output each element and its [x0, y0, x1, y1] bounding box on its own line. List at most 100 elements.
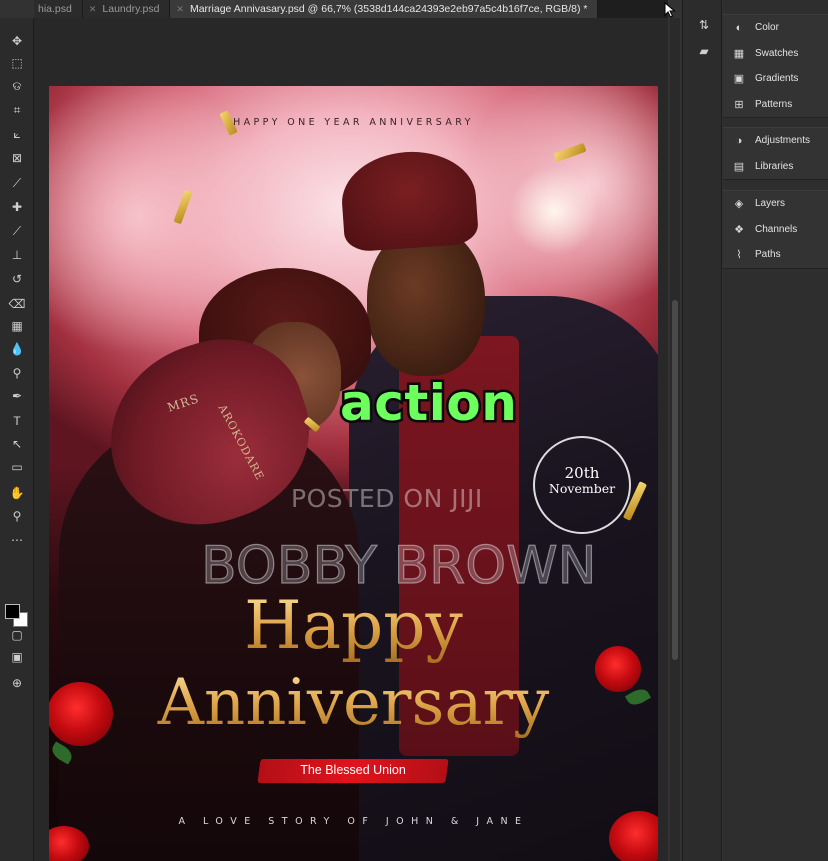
rectangle-icon: ▭ [11, 460, 23, 474]
pen-tool[interactable]: ✒ [7, 387, 27, 405]
healing-brush-tool[interactable]: ✚ [7, 198, 27, 216]
move-icon: ✥ [11, 34, 23, 48]
tab-label: hia.psd [38, 3, 72, 15]
watermark-posted: POSTED ON JIJI [291, 484, 483, 513]
history-icon[interactable]: ⇅ [695, 18, 713, 34]
panel-item-label: Channels [755, 223, 798, 235]
poster-top-line: HAPPY ONE YEAR ANNIVERSARY [233, 117, 474, 128]
edit-toolbar-button[interactable]: ⊕ [7, 674, 27, 692]
panel-item-label: Paths [755, 249, 781, 261]
gradients-icon: ▣ [733, 73, 745, 86]
swatches-icon: ▦ [733, 47, 745, 60]
groom-cap [338, 147, 480, 253]
rectangle-tool[interactable]: ▭ [7, 458, 27, 476]
zoom-icon: ⚲ [12, 509, 22, 523]
tab-label: Laundry.psd [102, 3, 160, 15]
lasso-icon: ଡ [12, 79, 22, 93]
tab-marriage-annivasary[interactable]: ✕ Marriage Annivasary.psd @ 66,7% (3538d… [170, 0, 599, 18]
date-text: 20th November [533, 465, 631, 497]
poster-title-happy: Happy [49, 586, 658, 666]
mouse-cursor-icon [664, 2, 676, 18]
tab-label: Marriage Annivasary.psd @ 66,7% (3538d14… [189, 3, 588, 15]
clone-stamp-icon: ⊥ [11, 248, 23, 262]
foreground-color-swatch[interactable] [5, 604, 20, 619]
channels-icon: ❖ [734, 223, 744, 236]
path-select-tool[interactable]: ↖ [7, 435, 27, 453]
brush-tool[interactable]: ⟋ [7, 222, 27, 240]
panel-item-label: Swatches [755, 47, 799, 59]
gradient-icon: ▦ [11, 319, 23, 333]
hand-icon: ✋ [9, 486, 25, 500]
color-icon: ◐ [735, 21, 743, 34]
light-glow [509, 166, 599, 256]
anniversary-poster: MRS AROKODARE HAPPY ONE YEAR ANNIVERSARY… [49, 86, 658, 861]
move-tool[interactable]: ✥ [7, 32, 27, 50]
close-icon[interactable]: ✕ [176, 4, 184, 15]
zoom-tool[interactable]: ⚲ [7, 507, 27, 525]
date-month: November [548, 481, 616, 496]
adjustments-icon: ◑ [735, 134, 743, 147]
panel-group-color: ◐ Color ▦ Swatches ▣ Gradients ⊞ Patterns [723, 14, 828, 118]
poster-title-anniversary: Anniversary [49, 664, 658, 742]
panel-item-patterns[interactable]: ⊞ Patterns [723, 92, 828, 118]
photoshop-window: hia.psd ✕ Laundry.psd ✕ Marriage Annivas… [0, 0, 828, 861]
mores-icon: ⋯ [11, 533, 23, 547]
panel-item-swatches[interactable]: ▦ Swatches [723, 41, 828, 67]
panel-item-color[interactable]: ◐ Color [723, 15, 828, 41]
crop-icon: ⟀ [13, 127, 21, 141]
collapsed-panel-strip: ⇅ ▰ [682, 0, 722, 861]
paths-icon: ⌇ [736, 249, 742, 262]
frame-tool[interactable]: ⊠ [7, 149, 27, 167]
panel-item-label: Adjustments [755, 135, 811, 147]
layers-icon: ◈ [734, 198, 744, 211]
panel-item-label: Gradients [755, 73, 799, 85]
panel-item-label: Layers [755, 198, 786, 210]
quick-mask-button[interactable]: ▢ [7, 626, 27, 644]
marquee-tool[interactable]: ⬚ [7, 54, 27, 72]
object-select-icon: ⌗ [13, 103, 21, 117]
panel-group-adjustments: ◑ Adjustments ▤ Libraries [723, 127, 828, 180]
panel-item-channels[interactable]: ❖ Channels [723, 217, 828, 243]
brush-icon: ⟋ [12, 224, 22, 238]
blur-tool[interactable]: 💧 [7, 340, 27, 358]
poster-bottom-line: A LOVE STORY OF JOHN & JANE [178, 816, 529, 827]
panel-group-layers: ◈ Layers ❖ Channels ⌇ Paths [723, 190, 828, 269]
eraser-tool[interactable]: ⌫ [7, 295, 27, 313]
scrollbar-thumb[interactable] [672, 300, 678, 660]
panel-item-paths[interactable]: ⌇ Paths [723, 242, 828, 268]
panel-item-gradients[interactable]: ▣ Gradients [723, 66, 828, 92]
eyedropper-tool[interactable]: ⟋ [7, 174, 27, 192]
clone-stamp-tool[interactable]: ⊥ [7, 246, 27, 264]
close-icon[interactable]: ✕ [89, 4, 97, 15]
panel-item-libraries[interactable]: ▤ Libraries [723, 154, 828, 180]
panel-item-label: Patterns [755, 98, 793, 110]
type-tool[interactable]: T [7, 412, 27, 430]
eraser-icon: ⌫ [8, 297, 26, 311]
video-caption: action [337, 372, 519, 435]
lasso-tool[interactable]: ଡ [7, 77, 27, 95]
path-select-icon: ↖ [11, 437, 23, 451]
panel-item-label: Color [755, 22, 779, 34]
crop-tool[interactable]: ⟀ [7, 125, 27, 143]
panel-item-label: Libraries [755, 160, 794, 172]
document-tab-bar: hia.psd ✕ Laundry.psd ✕ Marriage Annivas… [34, 0, 668, 18]
panel-item-adjustments[interactable]: ◑ Adjustments [723, 128, 828, 154]
history-brush-tool[interactable]: ↺ [7, 270, 27, 288]
patterns-icon: ⊞ [734, 98, 744, 111]
dodge-icon: ⚲ [12, 366, 22, 380]
tab-laundry[interactable]: ✕ Laundry.psd [82, 0, 171, 18]
panel-item-layers[interactable]: ◈ Layers [723, 191, 828, 217]
gradient-tool[interactable]: ▦ [7, 317, 27, 335]
ribbon-text: The Blessed Union [300, 763, 406, 777]
object-select-tool[interactable]: ⌗ [7, 101, 27, 119]
dodge-tool[interactable]: ⚲ [7, 364, 27, 382]
eyedropper-icon: ⟋ [12, 176, 22, 190]
frame-icon: ⊠ [11, 151, 23, 165]
screen-mode-button[interactable]: ▣ [7, 648, 27, 666]
comments-icon[interactable]: ▰ [695, 44, 713, 60]
right-panel-dock: ◐ Color ▦ Swatches ▣ Gradients ⊞ Patterns ◑ Adju… [723, 0, 828, 861]
type-icon: T [13, 414, 21, 428]
hand-tool[interactable]: ✋ [7, 484, 27, 502]
more-tools[interactable]: ⋯ [7, 531, 27, 549]
tab-hia[interactable]: hia.psd [34, 0, 83, 18]
